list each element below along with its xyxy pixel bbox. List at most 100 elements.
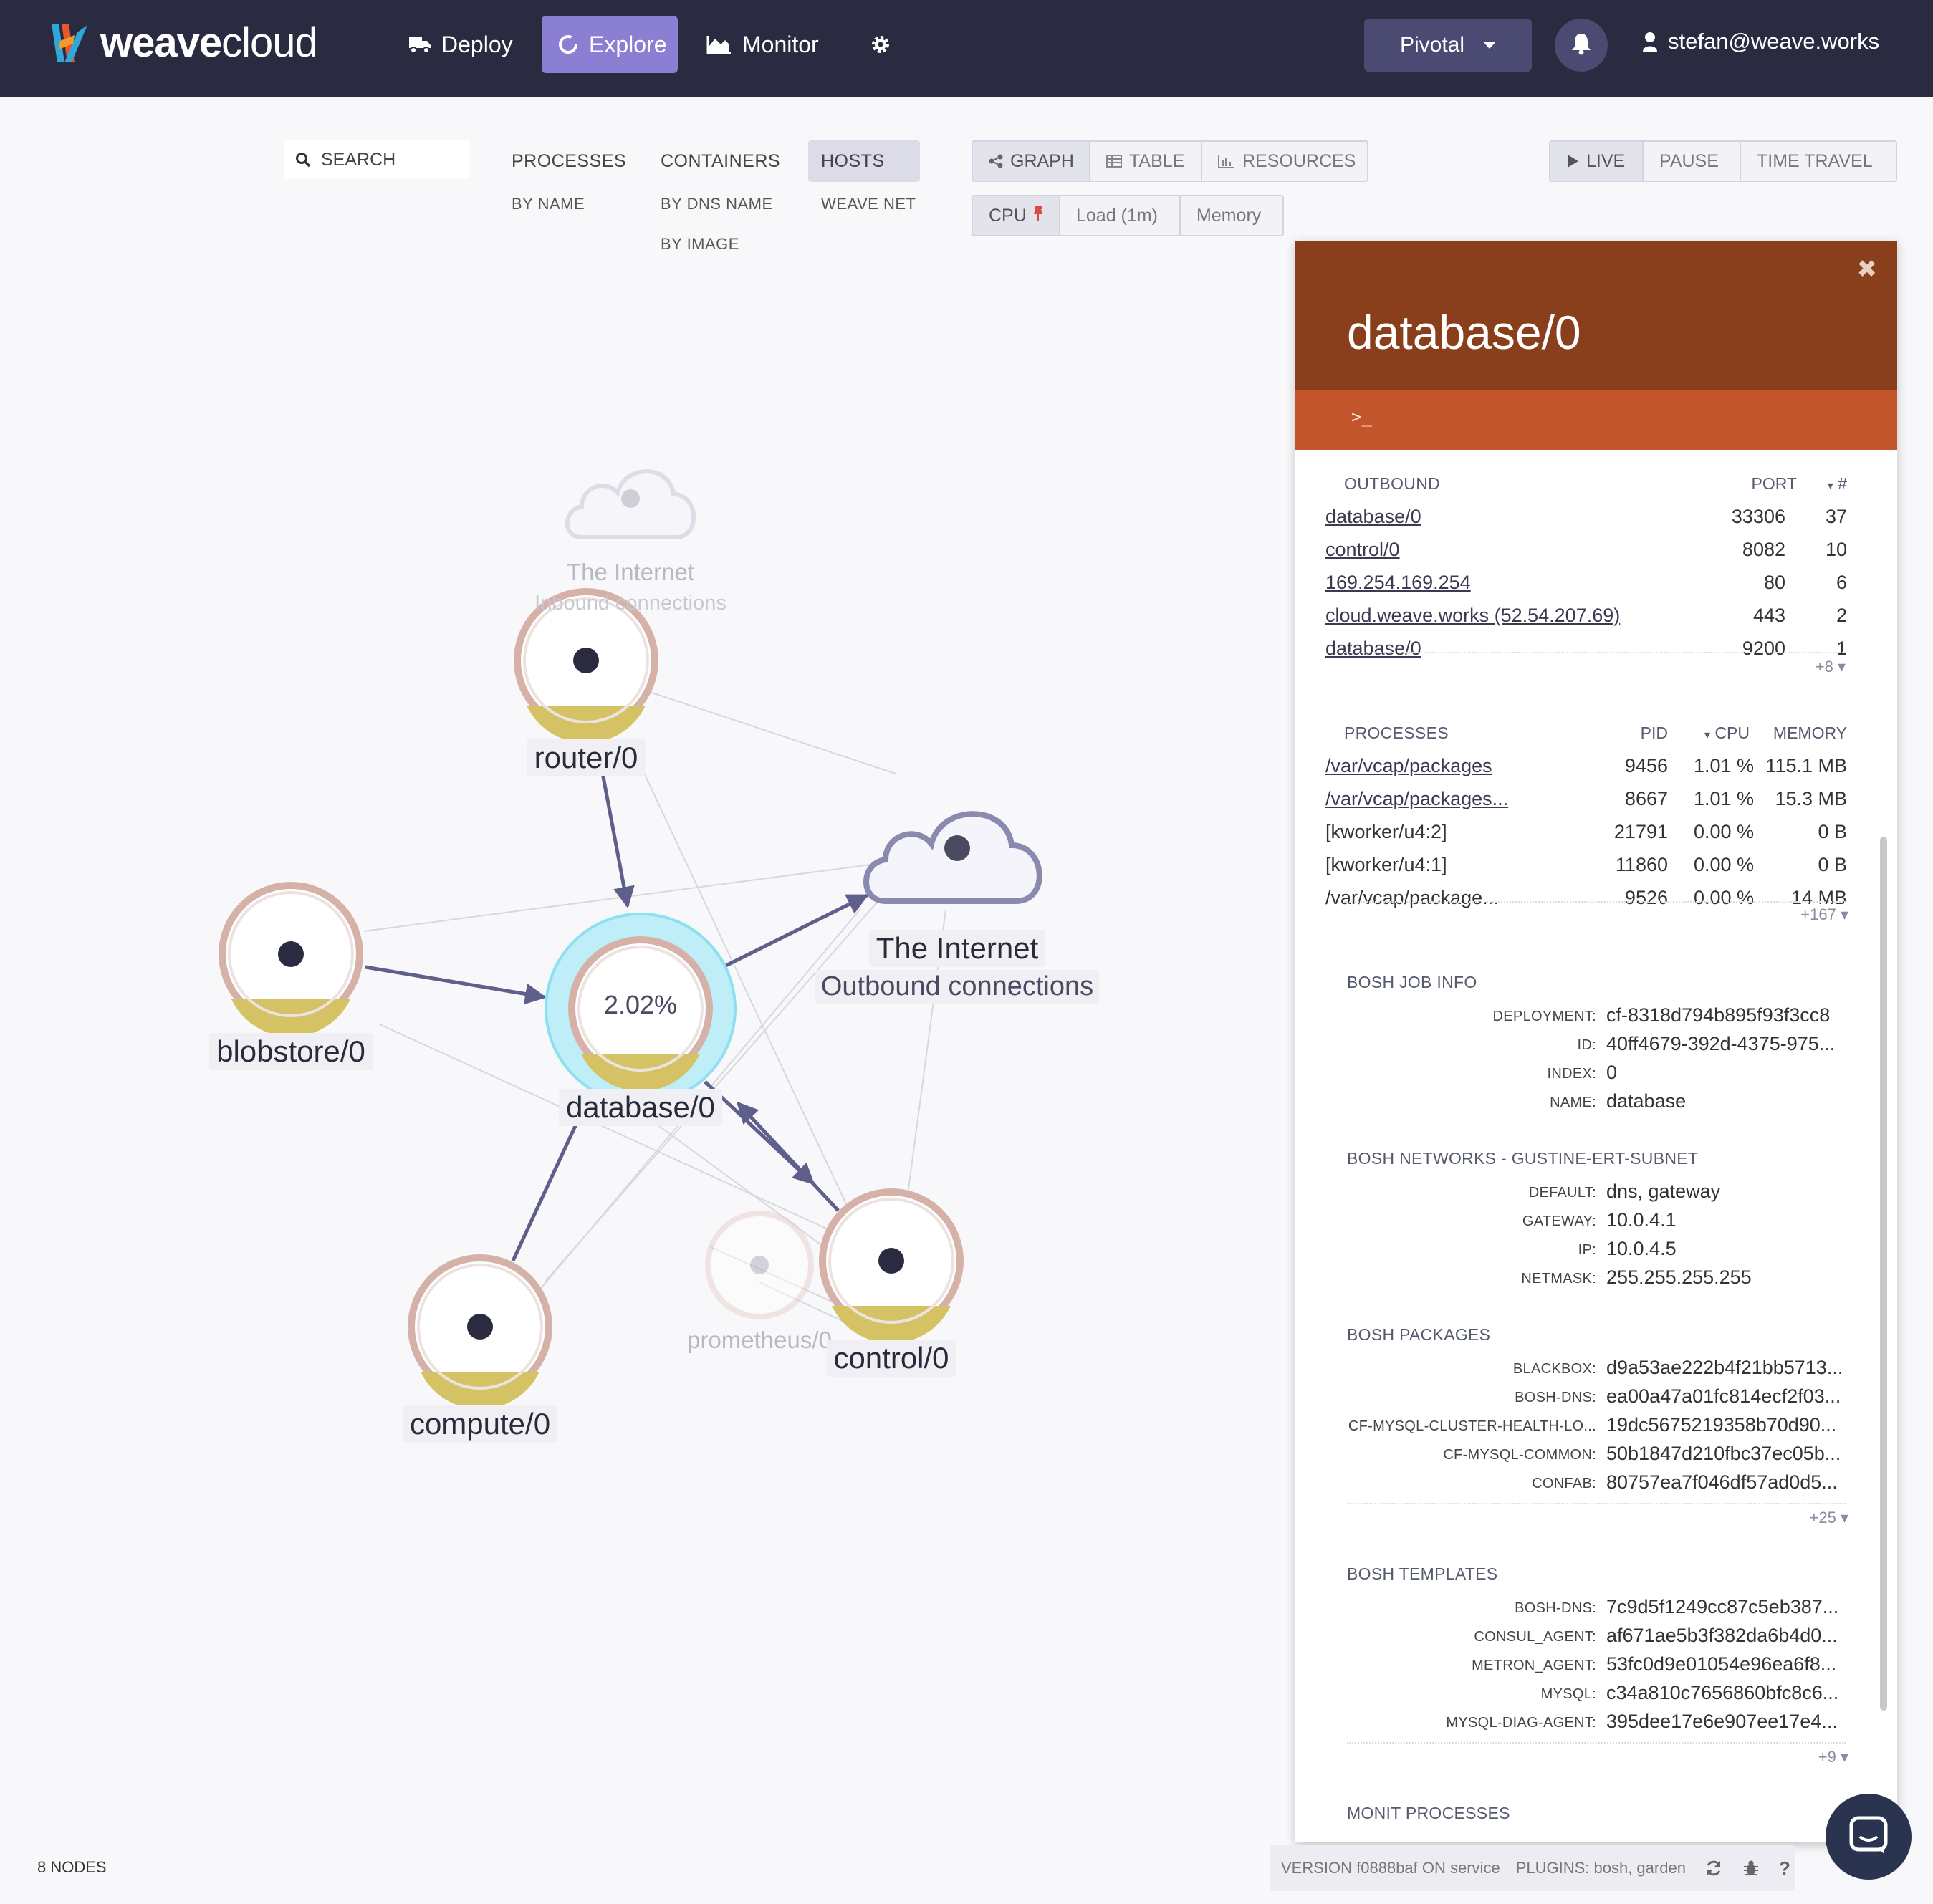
- monit-processes-title: MONIT PROCESSES: [1347, 1804, 1510, 1822]
- process-row-memory: 115.1 MB: [1765, 755, 1847, 776]
- internet-inbound-label: The Internet: [567, 559, 694, 585]
- status-footer: VERSION f0888baf ON service PLUGINS: bos…: [1270, 1845, 1795, 1891]
- bosh-network-row-key: IP:: [1578, 1242, 1596, 1258]
- process-row-cpu: 1.01 %: [1693, 755, 1754, 776]
- bosh-job-row-value: cf-8318d794b895f93f3cc8: [1606, 1004, 1831, 1026]
- outbound-row-name[interactable]: cloud.weave.works (52.54.207.69): [1325, 605, 1620, 627]
- outbound-port-header[interactable]: PORT: [1740, 474, 1797, 494]
- pause-button[interactable]: PAUSE: [1644, 142, 1741, 181]
- process-row-name[interactable]: /var/vcap/packages...: [1325, 788, 1508, 810]
- bosh-template-row-value: 395dee17e6e907ee17e4...: [1606, 1711, 1838, 1732]
- outbound-row-port: 33306: [1731, 506, 1785, 527]
- router-label: router/0: [527, 739, 646, 776]
- bosh-network-row-value: 10.0.4.5: [1606, 1238, 1677, 1259]
- prometheus-node[interactable]: [705, 1211, 814, 1319]
- database-label: database/0: [559, 1089, 722, 1126]
- chat-launcher-button[interactable]: [1826, 1794, 1912, 1880]
- compute-node[interactable]: [408, 1254, 552, 1410]
- process-row-name[interactable]: [kworker/u4:2]: [1325, 821, 1447, 843]
- topology-containers-by-dns-name[interactable]: BY DNS NAME: [661, 195, 773, 213]
- control-label: control/0: [826, 1340, 956, 1377]
- topology-graph[interactable]: The Internet Inbound connections router/…: [0, 229, 1290, 1447]
- nav-monitor[interactable]: Monitor: [691, 16, 835, 73]
- user-menu[interactable]: stefan@weave.works: [1642, 29, 1879, 54]
- process-row-pid: 8667: [1624, 788, 1668, 809]
- bosh-network-row-key: NETMASK:: [1521, 1271, 1596, 1287]
- notifications-button[interactable]: [1555, 19, 1608, 72]
- bosh-template-row-value: af671ae5b3f382da6b4d0...: [1606, 1625, 1838, 1646]
- outbound-row-name[interactable]: database/0: [1325, 506, 1421, 528]
- processes-pid-header[interactable]: PID: [1589, 723, 1668, 743]
- live-button[interactable]: LIVE: [1550, 142, 1644, 181]
- process-row-memory: 0 B: [1818, 821, 1847, 842]
- internet-inbound-node[interactable]: [565, 469, 696, 539]
- time-control: LIVE PAUSE TIME TRAVEL: [1549, 140, 1897, 182]
- topology-containers[interactable]: CONTAINERS: [661, 151, 780, 172]
- settings-button[interactable]: [854, 16, 917, 73]
- processes-memory-header[interactable]: MEMORY: [1754, 723, 1847, 743]
- details-scrollbar[interactable]: [1880, 837, 1887, 1711]
- processes-cpu-header[interactable]: ▾ CPU: [1675, 723, 1750, 743]
- topology-processes[interactable]: PROCESSES: [512, 151, 626, 172]
- share-graph-icon: [989, 154, 1003, 168]
- view-resources-button[interactable]: RESOURCES: [1202, 142, 1367, 181]
- outbound-row-name[interactable]: 169.254.169.254: [1325, 572, 1471, 594]
- view-resources-label: RESOURCES: [1242, 150, 1356, 171]
- bosh-package-row-value: 50b1847d210fbc37ec05b...: [1606, 1443, 1841, 1464]
- bell-icon: [1570, 32, 1592, 59]
- bosh-template-row-value: c34a810c7656860bfc8c6...: [1606, 1682, 1839, 1703]
- search-input[interactable]: SEARCH: [284, 140, 470, 179]
- terminal-icon[interactable]: >_: [1351, 407, 1372, 427]
- internet-outbound-node[interactable]: [863, 811, 1042, 904]
- processes-more-toggle[interactable]: +167 ▾: [1783, 905, 1848, 924]
- outbound-more-toggle[interactable]: +8 ▾: [1797, 658, 1846, 676]
- outbound-row-count: 2: [1836, 605, 1847, 626]
- outbound-row-name[interactable]: control/0: [1325, 539, 1400, 561]
- organization-dropdown[interactable]: Pivotal: [1364, 19, 1532, 72]
- refresh-icon[interactable]: [1704, 1859, 1723, 1877]
- bosh-job-title: BOSH JOB INFO: [1347, 973, 1477, 991]
- truck-icon: [408, 35, 431, 54]
- bosh-packages-divider: [1347, 1503, 1846, 1504]
- process-row-name[interactable]: /var/vcap/packages: [1325, 755, 1492, 777]
- outbound-divider: [1344, 652, 1846, 653]
- processes-title: PROCESSES: [1344, 723, 1449, 742]
- view-graph-button[interactable]: GRAPH: [973, 142, 1090, 181]
- weavecloud-logo[interactable]: weavecloud: [46, 19, 318, 67]
- outbound-row-name[interactable]: database/0: [1325, 638, 1421, 660]
- nav-deploy[interactable]: Deploy: [393, 16, 529, 73]
- close-icon[interactable]: ✖: [1857, 255, 1878, 284]
- nav-explore[interactable]: Explore: [542, 16, 678, 73]
- process-row-cpu: 0.00 %: [1693, 821, 1754, 842]
- organization-name: Pivotal: [1399, 33, 1465, 57]
- help-icon[interactable]: ?: [1779, 1857, 1790, 1880]
- process-row-name[interactable]: [kworker/u4:1]: [1325, 854, 1447, 876]
- nav-deploy-label: Deploy: [441, 31, 513, 57]
- bug-icon[interactable]: [1742, 1859, 1760, 1877]
- blobstore-node[interactable]: [219, 882, 363, 1037]
- bosh-templates-more-toggle[interactable]: +9 ▾: [1783, 1748, 1848, 1766]
- bosh-job-row-value: database: [1606, 1090, 1687, 1112]
- outbound-row-port: 80: [1763, 572, 1785, 593]
- metric-cpu-label: CPU: [989, 205, 1027, 226]
- topology-processes-by-name[interactable]: BY NAME: [512, 195, 585, 213]
- topology-hosts[interactable]: HOSTS: [821, 151, 885, 172]
- caret-down-icon: [1483, 42, 1497, 49]
- outbound-row-port: 443: [1752, 605, 1785, 626]
- process-row-cpu: 1.01 %: [1693, 788, 1754, 809]
- outbound-count-header[interactable]: ▾ #: [1803, 474, 1847, 494]
- bosh-packages-more-label: +25: [1809, 1509, 1836, 1526]
- plugins-text: PLUGINS: bosh, garden: [1515, 1859, 1686, 1877]
- bosh-network-row-value: 255.255.255.255: [1606, 1266, 1752, 1288]
- bosh-packages-more-toggle[interactable]: +25 ▾: [1783, 1509, 1848, 1527]
- bosh-job-row-value: 0: [1606, 1062, 1618, 1083]
- time-travel-button[interactable]: TIME TRAVEL: [1741, 142, 1896, 181]
- view-table-button[interactable]: TABLE: [1090, 142, 1202, 181]
- control-node[interactable]: [819, 1188, 964, 1344]
- process-row-name[interactable]: /var/vcap/package...: [1325, 887, 1499, 909]
- table-icon: [1106, 155, 1122, 168]
- topology-weave-net[interactable]: WEAVE NET: [821, 195, 916, 213]
- bosh-job-row-key: INDEX:: [1547, 1066, 1596, 1082]
- bosh-package-row-value: 19dc5675219358b70d90...: [1606, 1414, 1837, 1436]
- process-row-pid: 9526: [1624, 887, 1668, 908]
